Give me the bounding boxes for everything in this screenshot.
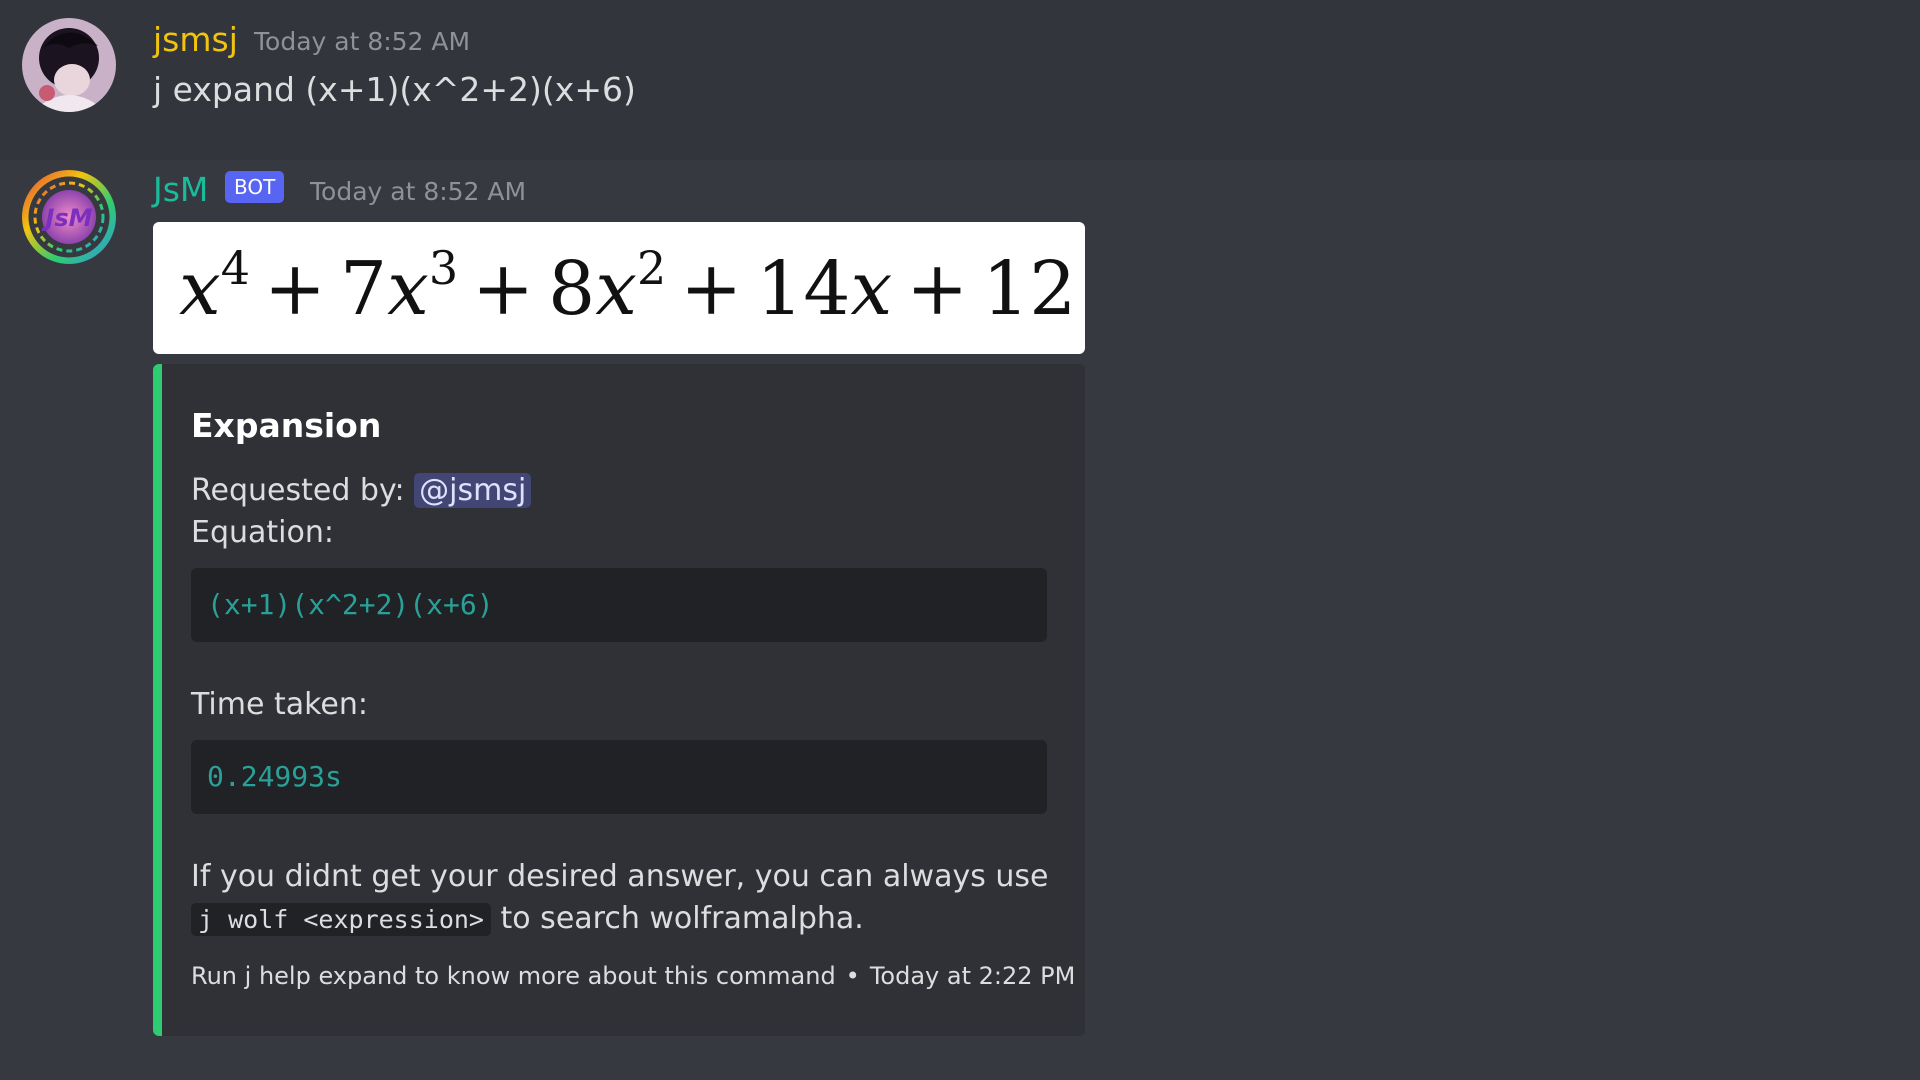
- latex-expression: x4 +7x3 +8x2 +14x +12: [179, 244, 1076, 334]
- plus-sign: +: [472, 246, 535, 332]
- plus-sign: +: [264, 246, 327, 332]
- bot-avatar-image: JsM: [22, 170, 116, 264]
- footer-text: Run j help expand to know more about thi…: [191, 962, 836, 990]
- term-2-coefficient: 7: [340, 246, 388, 332]
- latex-result-image[interactable]: x4 +7x3 +8x2 +14x +12: [153, 222, 1085, 354]
- bot-timestamp: Today at 8:52 AM: [310, 177, 527, 206]
- term-1-base: x: [179, 246, 221, 332]
- term-3-coefficient: 8: [548, 246, 596, 332]
- user-message-content: j expand (x+1)(x^2+2)(x+6): [153, 70, 636, 109]
- bot-avatar-text: JsM: [41, 204, 92, 232]
- term-2-base: x: [387, 246, 429, 332]
- term-5-constant: 12: [982, 246, 1077, 332]
- wolf-command-code: j wolf <expression>: [191, 903, 491, 936]
- term-4-base: x: [850, 246, 893, 332]
- term-2-exponent: 3: [428, 241, 459, 296]
- bot-tag-badge: BOT: [225, 171, 285, 203]
- user-avatar-image: [22, 18, 116, 112]
- bot-avatar[interactable]: JsM: [22, 170, 116, 264]
- user-avatar[interactable]: [22, 18, 116, 112]
- plus-sign: +: [680, 246, 743, 332]
- user-message: jsmsj Today at 8:52 AM j expand (x+1)(x^…: [0, 0, 1920, 160]
- equation-codeblock: (x+1)(x^2+2)(x+6): [191, 568, 1047, 642]
- term-3-exponent: 2: [636, 241, 667, 296]
- term-3-base: x: [595, 246, 637, 332]
- user-timestamp: Today at 8:52 AM: [254, 27, 471, 56]
- embed-accent-bar: [153, 364, 162, 1036]
- hint-line-2: j wolf <expression> to search wolframalp…: [191, 898, 864, 941]
- term-4-coefficient: 14: [756, 246, 851, 332]
- embed-footer: Run j help expand to know more about thi…: [191, 958, 1075, 994]
- user-username[interactable]: jsmsj: [153, 20, 238, 60]
- term-1-exponent: 4: [220, 241, 251, 296]
- equation-label: Equation:: [191, 515, 334, 550]
- time-taken-codeblock: 0.24993s: [191, 740, 1047, 814]
- user-mention[interactable]: @jsmsj: [414, 473, 532, 508]
- footer-timestamp: Today at 2:22 PM: [869, 962, 1076, 990]
- hint-line-1: If you didnt get your desired answer, yo…: [191, 859, 1049, 894]
- plus-sign: +: [906, 246, 969, 332]
- embed-title: Expansion: [191, 406, 382, 445]
- footer-separator: •: [845, 962, 860, 990]
- time-taken-label: Time taken:: [191, 687, 368, 722]
- hint-line-2-text: to search wolframalpha.: [500, 901, 864, 936]
- bot-username[interactable]: JsM: [153, 170, 208, 210]
- bot-embed: Expansion Requested by: @jsmsj Equation:…: [153, 364, 1085, 1036]
- requested-by-line: Requested by: @jsmsj: [191, 470, 532, 512]
- requested-by-label: Requested by:: [191, 473, 405, 508]
